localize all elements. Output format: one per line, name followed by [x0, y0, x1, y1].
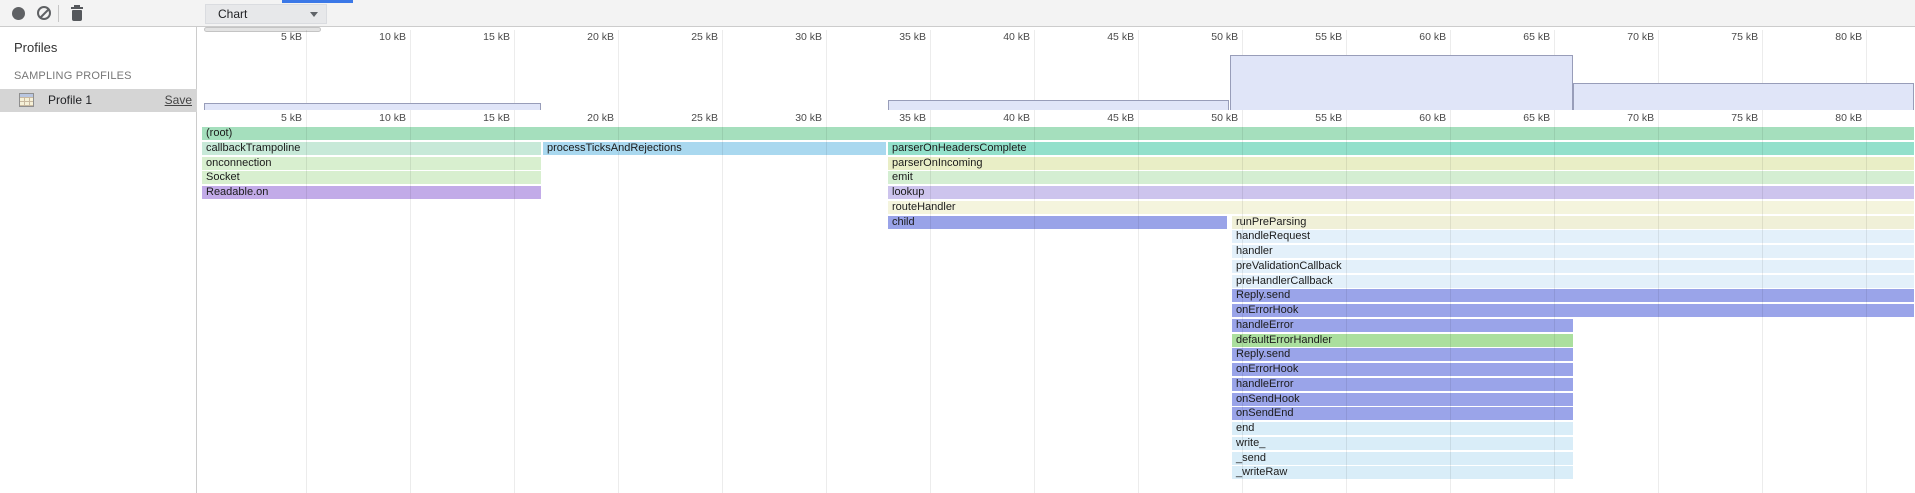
chart-view-select[interactable]: Chart	[205, 4, 327, 24]
axis-tick-label: 55 kB	[1284, 31, 1342, 43]
axis-tick-label: 80 kB	[1804, 31, 1862, 43]
trash-icon-lid	[71, 7, 83, 9]
flame-chart: (root) callbackTrampolineprocessTicksAndR…	[197, 127, 1915, 493]
flame-bar[interactable]: write_	[1232, 437, 1573, 450]
flame-bar[interactable]: child	[888, 216, 1227, 229]
flame-bar[interactable]: preHandlerCallback	[1232, 275, 1914, 288]
flame-bar[interactable]: onErrorHook	[1232, 304, 1914, 317]
record-icon[interactable]	[12, 7, 25, 20]
flame-bar[interactable]: end	[1232, 422, 1573, 435]
axis-tick-label: 65 kB	[1492, 31, 1550, 43]
profile-icon	[19, 93, 34, 107]
chart-pane: 5 kB 10 kB 15 kB 20 kB 25 kB 30 kB 35 kB 40 kB 4…	[197, 27, 1915, 493]
flame-bar[interactable]: Reply.send	[1232, 289, 1914, 302]
axis-tick-label: 70 kB	[1596, 31, 1654, 43]
flame-bar[interactable]: lookup	[888, 186, 1914, 199]
axis-tick-label: 40 kB	[972, 112, 1030, 124]
axis-tick-label: 10 kB	[348, 31, 406, 43]
flame-bar[interactable]: Socket	[202, 171, 541, 184]
flame-bar[interactable]: handleRequest	[1232, 230, 1914, 243]
toolbar-separator	[58, 5, 59, 22]
axis-tick-label: 60 kB	[1388, 112, 1446, 124]
flame-bar[interactable]: runPreParsing	[1232, 216, 1914, 229]
clear-icon[interactable]	[37, 6, 51, 20]
flame-bar[interactable]: Readable.on	[202, 186, 541, 199]
flame-bar[interactable]: onErrorHook	[1232, 363, 1573, 376]
axis-tick-label: 30 kB	[764, 112, 822, 124]
profile-name: Profile 1	[48, 93, 92, 107]
flame-bar[interactable]: handler	[1232, 245, 1914, 258]
flame-bar[interactable]: Reply.send	[1232, 348, 1573, 361]
axis-tick-label: 25 kB	[660, 112, 718, 124]
profiles-sidebar: Profiles SAMPLING PROFILES Profile 1 Sav…	[0, 27, 197, 493]
axis-tick-label: 60 kB	[1388, 31, 1446, 43]
overview-ruler: 5 kB 10 kB 15 kB 20 kB 25 kB 30 kB 35 kB 40 kB 4…	[197, 31, 1915, 47]
axis-tick-label: 15 kB	[452, 112, 510, 124]
active-tab-indicator	[282, 0, 353, 3]
chart-view-select-value: Chart	[218, 7, 247, 21]
flame-bar[interactable]: callbackTrampoline	[202, 142, 541, 155]
flame-bar[interactable]: handleError	[1232, 378, 1573, 391]
flamechart-ruler: 5 kB 10 kB 15 kB 20 kB 25 kB 30 kB 35 kB 40 kB 4…	[197, 112, 1915, 128]
flame-bar[interactable]: onSendEnd	[1232, 407, 1573, 420]
axis-tick-label: 45 kB	[1076, 112, 1134, 124]
axis-tick-label: 75 kB	[1700, 31, 1758, 43]
axis-tick-label: 35 kB	[868, 31, 926, 43]
axis-tick-label: 45 kB	[1076, 31, 1134, 43]
axis-tick-label: 15 kB	[452, 31, 510, 43]
flame-bar[interactable]: _send	[1232, 452, 1573, 465]
toolbar: Chart	[0, 0, 1915, 27]
clear-icon-slash	[39, 9, 49, 19]
overview-band-chart[interactable]	[197, 47, 1915, 110]
flame-bar[interactable]: onconnection	[202, 157, 541, 170]
sidebar-title: Profiles	[14, 40, 57, 55]
flame-bar[interactable]: emit	[888, 171, 1914, 184]
overview-band[interactable]	[1230, 55, 1573, 110]
axis-tick-label: 10 kB	[348, 112, 406, 124]
axis-tick-label: 50 kB	[1180, 112, 1238, 124]
flame-bar[interactable]: routeHandler	[888, 201, 1914, 214]
axis-tick-label: 25 kB	[660, 31, 718, 43]
flame-bar[interactable]: handleError	[1232, 319, 1573, 332]
flame-bar[interactable]: (root)	[202, 127, 1914, 140]
axis-tick-label: 65 kB	[1492, 112, 1550, 124]
flame-bar[interactable]: parserOnHeadersComplete	[888, 142, 1914, 155]
overview-band[interactable]	[888, 100, 1229, 110]
trash-icon[interactable]	[69, 5, 85, 22]
axis-tick-label: 75 kB	[1700, 112, 1758, 124]
flame-bar[interactable]: _writeRaw	[1232, 466, 1573, 479]
axis-tick-label: 5 kB	[244, 112, 302, 124]
flame-bar[interactable]: processTicksAndRejections	[543, 142, 886, 155]
flame-bar[interactable]: preValidationCallback	[1232, 260, 1914, 273]
axis-tick-label: 35 kB	[868, 112, 926, 124]
flame-bar[interactable]: parserOnIncoming	[888, 157, 1914, 170]
chevron-down-icon	[310, 12, 318, 17]
flame-bar[interactable]: onSendHook	[1232, 393, 1573, 406]
sampling-profiles-section-label: SAMPLING PROFILES	[14, 70, 132, 82]
axis-tick-label: 80 kB	[1804, 112, 1862, 124]
overview-band[interactable]	[204, 103, 541, 110]
overview-band[interactable]	[1573, 83, 1914, 110]
axis-tick-label: 40 kB	[972, 31, 1030, 43]
sidebar-item-profile-1[interactable]: Profile 1 Save	[0, 89, 197, 112]
axis-tick-label: 20 kB	[556, 31, 614, 43]
save-link[interactable]: Save	[165, 93, 192, 107]
axis-tick-label: 50 kB	[1180, 31, 1238, 43]
axis-tick-label: 5 kB	[244, 31, 302, 43]
axis-tick-label: 55 kB	[1284, 112, 1342, 124]
memory-profiler-panel: Chart Profiles SAMPLING PROFILES Profile…	[0, 0, 1915, 493]
trash-icon-body	[72, 10, 82, 21]
axis-tick-label: 30 kB	[764, 31, 822, 43]
axis-tick-label: 20 kB	[556, 112, 614, 124]
flame-bar[interactable]: defaultErrorHandler	[1232, 334, 1573, 347]
axis-tick-label: 70 kB	[1596, 112, 1654, 124]
